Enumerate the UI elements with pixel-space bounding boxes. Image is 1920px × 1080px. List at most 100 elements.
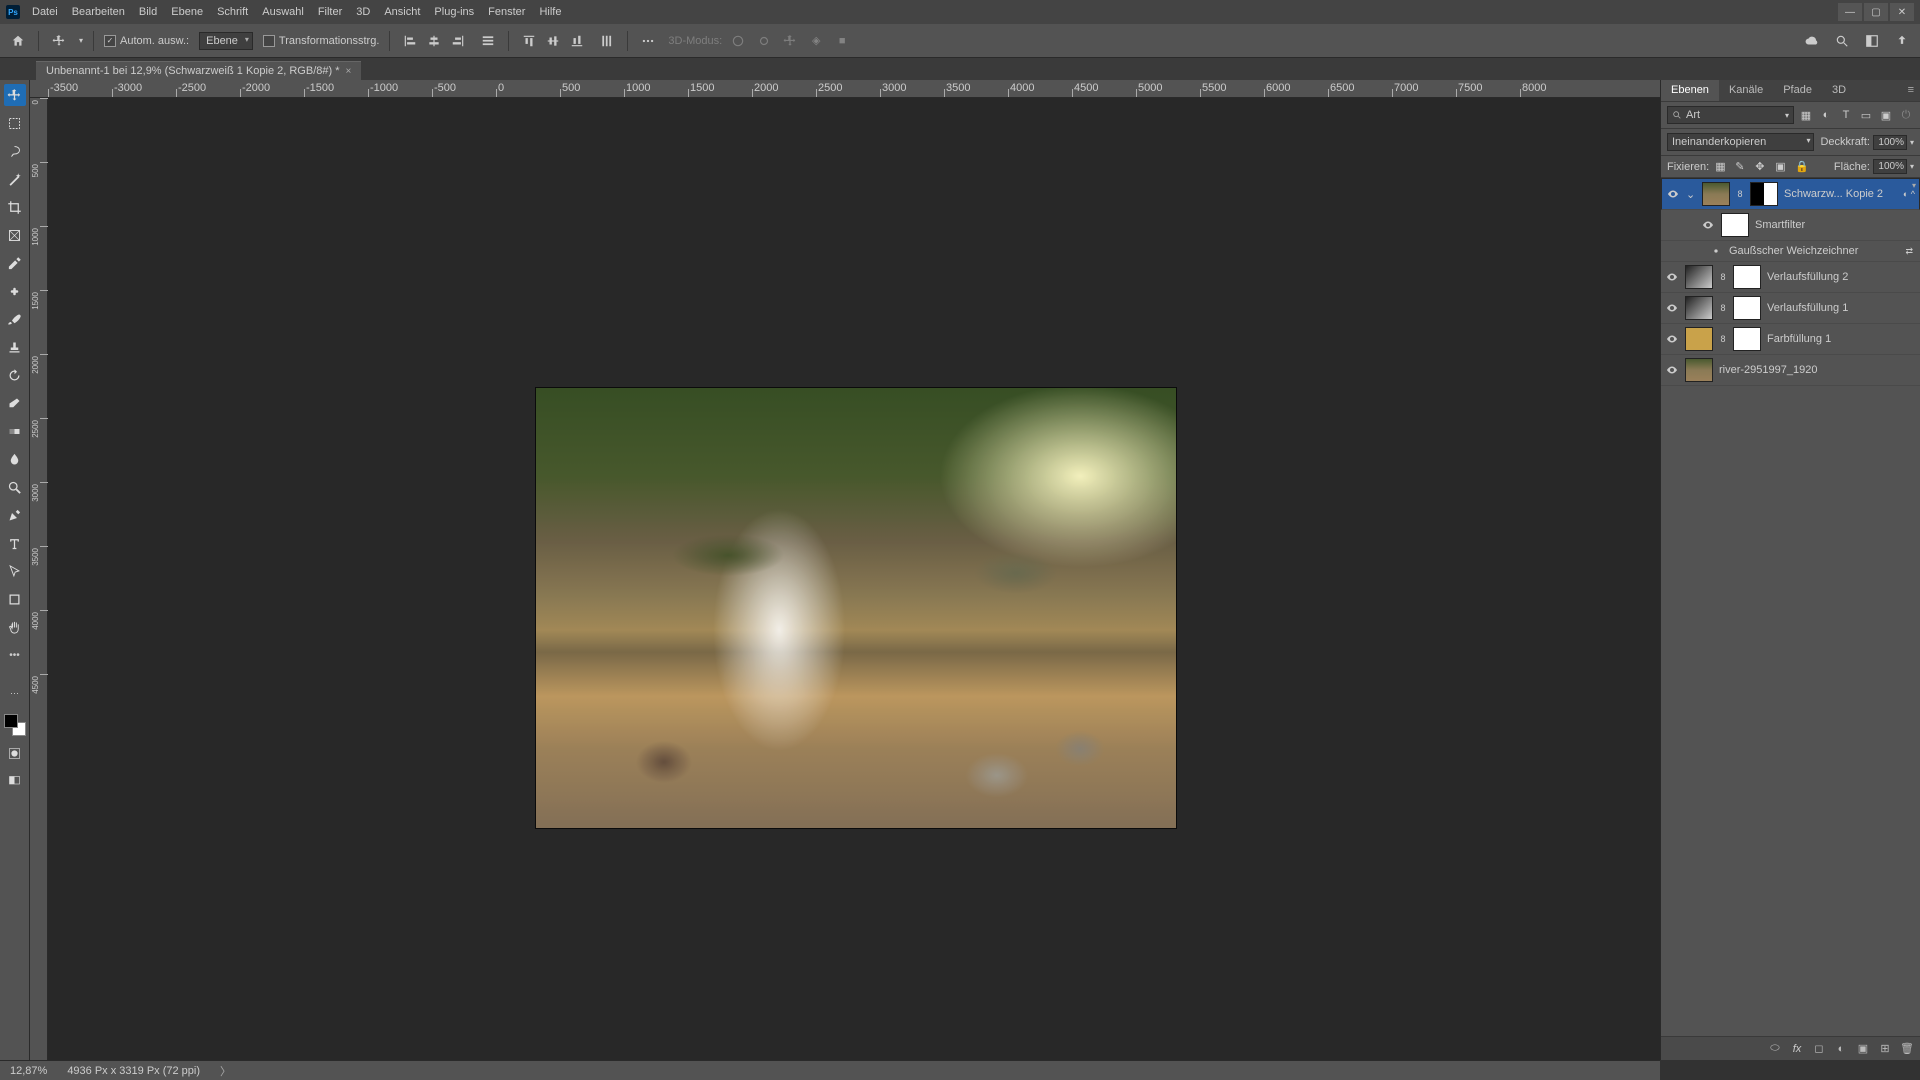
- filter-shape-icon[interactable]: ▭: [1858, 107, 1874, 123]
- transform-controls-checkbox[interactable]: Transformationsstrg.: [263, 35, 379, 47]
- info-chevron-icon[interactable]: 〉: [220, 1063, 231, 1079]
- frame-tool[interactable]: [4, 224, 26, 246]
- layer-name[interactable]: Verlaufsfüllung 2: [1767, 271, 1916, 283]
- crop-tool[interactable]: [4, 196, 26, 218]
- filter-smart-icon[interactable]: ▣: [1878, 107, 1894, 123]
- menu-auswahl[interactable]: Auswahl: [262, 6, 304, 18]
- layer-row[interactable]: ⌄8Schwarzw... Kopie 2◐ ^: [1661, 178, 1920, 210]
- expand-chevron-icon[interactable]: ⌄: [1686, 188, 1696, 201]
- quickmask-icon[interactable]: [4, 742, 26, 764]
- align-vcenter-icon[interactable]: [543, 31, 563, 51]
- minimize-button[interactable]: —: [1838, 3, 1862, 21]
- hand-tool[interactable]: [4, 616, 26, 638]
- menu-bild[interactable]: Bild: [139, 6, 157, 18]
- type-tool[interactable]: [4, 532, 26, 554]
- wand-tool[interactable]: [4, 168, 26, 190]
- menu-hilfe[interactable]: Hilfe: [539, 6, 561, 18]
- new-layer-icon[interactable]: ⊞: [1878, 1042, 1892, 1056]
- visibility-icon[interactable]: [1709, 244, 1723, 258]
- align-bottom-icon[interactable]: [567, 31, 587, 51]
- layer-thumbnail[interactable]: [1702, 182, 1730, 206]
- delete-layer-icon[interactable]: 🗑: [1900, 1042, 1914, 1056]
- align-left-icon[interactable]: [400, 31, 420, 51]
- auto-select-checkbox[interactable]: ✓Autom. ausw.:: [104, 35, 189, 47]
- menu-fenster[interactable]: Fenster: [488, 6, 525, 18]
- tab-ebenen[interactable]: Ebenen: [1661, 80, 1719, 101]
- layer-name[interactable]: Verlaufsfüllung 1: [1767, 302, 1916, 314]
- layer-row[interactable]: 8Verlaufsfüllung 2: [1661, 262, 1920, 293]
- search-icon[interactable]: [1832, 31, 1852, 51]
- opacity-input[interactable]: [1873, 135, 1907, 150]
- healing-tool[interactable]: [4, 280, 26, 302]
- layer-fx-icon[interactable]: fx: [1790, 1042, 1804, 1056]
- gradient-tool[interactable]: [4, 420, 26, 442]
- pen-tool[interactable]: [4, 504, 26, 526]
- filter-toggle-icon[interactable]: ⏻: [1898, 107, 1914, 123]
- cloud-icon[interactable]: [1802, 31, 1822, 51]
- align-top-icon[interactable]: [519, 31, 539, 51]
- layer-thumbnail[interactable]: [1685, 358, 1713, 382]
- layer-mask-thumbnail[interactable]: [1733, 265, 1761, 289]
- workspace-icon[interactable]: [1862, 31, 1882, 51]
- menu-ansicht[interactable]: Ansicht: [384, 6, 420, 18]
- align-right-icon[interactable]: [448, 31, 468, 51]
- link-layers-icon[interactable]: ⬭: [1768, 1042, 1782, 1056]
- maximize-button[interactable]: ▢: [1864, 3, 1888, 21]
- tab-3d[interactable]: 3D: [1822, 80, 1856, 101]
- blend-mode-select[interactable]: Ineinanderkopieren: [1667, 133, 1814, 151]
- menu-datei[interactable]: Datei: [32, 6, 58, 18]
- layer-filter-select[interactable]: Art ▾: [1667, 106, 1794, 124]
- filter-pixel-icon[interactable]: ▦: [1798, 107, 1814, 123]
- layer-mask-icon[interactable]: ◻: [1812, 1042, 1826, 1056]
- align-hcenter-icon[interactable]: [424, 31, 444, 51]
- layer-group-icon[interactable]: ▣: [1856, 1042, 1870, 1056]
- share-icon[interactable]: [1892, 31, 1912, 51]
- document-image[interactable]: [536, 388, 1176, 828]
- panel-menu-icon[interactable]: ≡: [1902, 80, 1920, 101]
- marquee-tool[interactable]: [4, 112, 26, 134]
- layer-thumbnail[interactable]: [1685, 296, 1713, 320]
- blur-tool[interactable]: [4, 448, 26, 470]
- tool-preset-chevron-icon[interactable]: ▾: [79, 36, 83, 45]
- layer-mask-thumbnail[interactable]: [1733, 327, 1761, 351]
- lock-transparency-icon[interactable]: ▦: [1715, 160, 1729, 174]
- layer-name[interactable]: Schwarzw... Kopie 2: [1784, 188, 1897, 200]
- lock-artboard-icon[interactable]: ▣: [1775, 160, 1789, 174]
- layer-thumbnail[interactable]: [1685, 327, 1713, 351]
- visibility-icon[interactable]: [1665, 332, 1679, 346]
- more-tools-icon[interactable]: •••: [4, 644, 26, 666]
- move-tool[interactable]: [4, 84, 26, 106]
- visibility-icon[interactable]: [1666, 187, 1680, 201]
- brush-tool[interactable]: [4, 308, 26, 330]
- horizontal-ruler[interactable]: -3500-3000-2500-2000-1500-1000-500050010…: [30, 80, 1660, 98]
- close-button[interactable]: ✕: [1890, 3, 1914, 21]
- distribute-icon[interactable]: [478, 31, 498, 51]
- eraser-tool[interactable]: [4, 392, 26, 414]
- chevron-down-icon[interactable]: ▾: [1910, 138, 1914, 147]
- menu-3d[interactable]: 3D: [356, 6, 370, 18]
- lock-position-icon[interactable]: ✥: [1755, 160, 1769, 174]
- layer-row[interactable]: river-2951997_1920: [1661, 355, 1920, 386]
- layer-mask-thumbnail[interactable]: [1750, 182, 1778, 206]
- move-tool-icon[interactable]: [49, 31, 69, 51]
- tab-pfade[interactable]: Pfade: [1773, 80, 1822, 101]
- layer-thumbnail[interactable]: [1685, 265, 1713, 289]
- shape-tool[interactable]: [4, 588, 26, 610]
- menu-filter[interactable]: Filter: [318, 6, 342, 18]
- history-brush-tool[interactable]: [4, 364, 26, 386]
- layer-name[interactable]: river-2951997_1920: [1719, 364, 1916, 376]
- menu-plugins[interactable]: Plug-ins: [434, 6, 474, 18]
- more-options-icon[interactable]: [638, 31, 658, 51]
- layer-row[interactable]: 8Farbfüllung 1: [1661, 324, 1920, 355]
- layer-mask-thumbnail[interactable]: [1733, 296, 1761, 320]
- chevron-down-icon[interactable]: ▾: [1910, 162, 1914, 171]
- layer-row[interactable]: Gaußscher Weichzeichner⇄: [1661, 241, 1920, 262]
- visibility-icon[interactable]: [1665, 363, 1679, 377]
- tab-kanaele[interactable]: Kanäle: [1719, 80, 1773, 101]
- visibility-icon[interactable]: [1665, 270, 1679, 284]
- menu-ebene[interactable]: Ebene: [171, 6, 203, 18]
- document-info[interactable]: 4936 Px x 3319 Px (72 ppi): [67, 1065, 200, 1077]
- layer-name[interactable]: Gaußscher Weichzeichner: [1729, 245, 1896, 257]
- canvas[interactable]: [48, 98, 1660, 1060]
- lasso-tool[interactable]: [4, 140, 26, 162]
